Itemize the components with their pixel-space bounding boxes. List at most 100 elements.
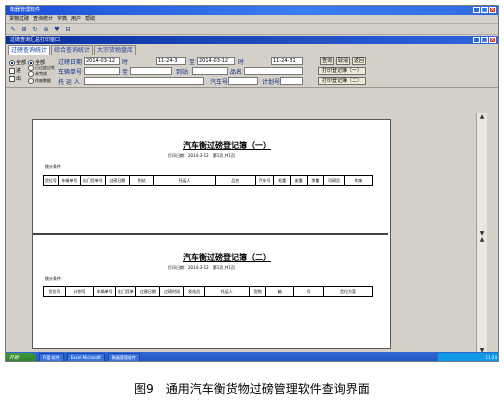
column-header: 号 xyxy=(294,287,324,296)
sub-minimize-button[interactable]: _ xyxy=(473,37,480,43)
column-header: 皮重 xyxy=(291,176,308,185)
favorite-icon[interactable]: ♥ xyxy=(53,26,61,33)
radio-out[interactable]: 出 xyxy=(9,75,21,82)
column-header: 过磅时间 xyxy=(160,287,185,296)
menu-item-query[interactable]: 查询统计 xyxy=(33,15,53,23)
refresh-icon[interactable]: ↻ xyxy=(31,26,39,33)
radio-label: 进 xyxy=(16,68,22,74)
print-register-1-button[interactable]: 打印登记簿（一） xyxy=(318,67,366,75)
filter-panel: 全部 进 出 全部 已过皮过毛 未完成 作废数据 过磅日期 2014-03-12… xyxy=(6,55,498,88)
column-header: 出门凭单 xyxy=(116,287,137,296)
column-header: 毛重 xyxy=(274,176,291,185)
column-header: 箱 xyxy=(266,287,295,296)
truck-label: 汽车号 xyxy=(210,79,229,86)
date-to-input[interactable]: 2014-03-12 xyxy=(197,57,235,65)
time-label: 时 xyxy=(238,59,245,66)
column-header: 车辆单号 xyxy=(94,287,117,296)
column-header: 司磅员 xyxy=(324,176,345,185)
column-header: 作废 xyxy=(354,178,363,183)
column-header: 发站员 xyxy=(184,287,205,296)
system-tray: 11:24 xyxy=(438,352,498,361)
grid-icon[interactable]: ⊞ xyxy=(20,26,28,33)
sub-maximize-button[interactable]: □ xyxy=(481,37,488,43)
column-header: 到站 xyxy=(130,176,155,185)
cancel-button[interactable]: 取消 xyxy=(336,57,350,65)
time-label: 时 xyxy=(122,59,129,66)
plate-to-input[interactable] xyxy=(130,67,172,75)
menu-item-user[interactable]: 用户 xyxy=(71,15,81,23)
product-label: 品名 xyxy=(230,69,243,76)
product-input[interactable] xyxy=(244,67,303,75)
report-1-header-row: 货位号 车辆单号 出门凭单号 过磅日期 到站 托运人 品名 汽车号 毛重 皮重 … xyxy=(43,175,373,186)
menu-item-dictionary[interactable]: 字典 xyxy=(57,15,67,23)
radio-pending[interactable]: 未完成 xyxy=(28,71,47,77)
edit-icon[interactable]: ✎ xyxy=(9,26,17,33)
tab-weigh-query[interactable]: 过磅查询统计 xyxy=(8,45,51,55)
report-icon[interactable]: ⊟ xyxy=(64,26,72,33)
preview-background xyxy=(394,113,476,355)
date-from-input[interactable]: 2014-03-12 xyxy=(84,57,120,65)
to-label: 至 xyxy=(189,59,196,66)
menu-item-help[interactable]: 帮助 xyxy=(85,15,95,23)
back-button[interactable]: 返回 xyxy=(352,57,366,65)
column-header: 托运人 xyxy=(154,176,216,185)
destination-input[interactable] xyxy=(192,67,228,75)
minimize-button[interactable]: _ xyxy=(473,7,480,13)
menu-item-weigh[interactable]: 货物过磅 xyxy=(9,15,29,23)
report-2-condition: 统计条件： xyxy=(45,276,65,281)
report-2-title: 汽车衡过磅登记簿（二） xyxy=(183,253,271,262)
plate-from-input[interactable] xyxy=(84,67,120,75)
plate-to-label: 至 xyxy=(122,69,129,76)
plan-no-label: 计划号 xyxy=(262,79,281,86)
report-1-subtitle: 打印日期：2014-3-12 第1页 共1页 xyxy=(168,153,236,158)
toolbar: ✎ ⊞ ↻ ⊕ ♥ ⊟ xyxy=(6,24,498,35)
tab-inventory[interactable]: 大宗货物盘库 xyxy=(94,45,137,55)
figure-caption: 图9 通用汽车衡货物过磅管理软件查询界面 xyxy=(134,382,370,396)
title-bar: 衡器管理软件 _ □ × xyxy=(6,6,498,15)
time-to-input[interactable]: 11-24-31 xyxy=(271,57,303,65)
time-from-input[interactable]: 11-24-3 xyxy=(156,57,186,65)
column-header: 托运人 xyxy=(205,287,250,296)
query-button[interactable]: 查询 xyxy=(320,57,334,65)
radio-label: 已过皮过毛 xyxy=(35,65,55,70)
start-button[interactable]: 开始 xyxy=(6,352,36,361)
tab-strip: 过磅查询统计 综合查询统计 大宗货物盘库 xyxy=(6,44,498,55)
radio-all-direction[interactable]: 全部 xyxy=(9,59,26,66)
radio-void[interactable]: 作废数据 xyxy=(28,78,51,84)
column-header: 货位号 xyxy=(44,287,67,296)
plate-label: 车辆单号 xyxy=(58,69,83,76)
truck-input[interactable] xyxy=(228,77,258,85)
tab-comprehensive-query[interactable]: 综合查询统计 xyxy=(51,45,94,55)
report-page-2: 汽车衡过磅登记簿（二） 打印日期：2014-3-12 第1页 共1页 统计条件：… xyxy=(33,238,388,346)
column-header: 过磅日期 xyxy=(106,176,130,185)
radio-label: 未完成 xyxy=(35,71,47,76)
taskbar-item[interactable]: 衡器管理软件 xyxy=(107,352,140,361)
close-button[interactable]: × xyxy=(489,7,496,13)
report-2-header-row: 货位号 计划号 车辆单号 出门凭单 过磅日期 过磅时间 发站员 托运人 货物 箱… xyxy=(43,286,373,297)
taskbar-item[interactable]: Excel·Microsoft xyxy=(66,352,105,361)
report-1-condition: 统计条件 xyxy=(45,164,61,169)
radio-in[interactable]: 进 xyxy=(9,67,21,74)
taskbar-item[interactable]: FI盘·软件 xyxy=(39,352,64,361)
taskbar: 开始 FI盘·软件 Excel·Microsoft 衡器管理软件 11:24 xyxy=(6,352,498,361)
window-title: 衡器管理软件 xyxy=(10,7,41,13)
plan-no-input[interactable] xyxy=(280,77,303,85)
weigh-date-label: 过磅日期 xyxy=(58,59,83,66)
add-icon[interactable]: ⊕ xyxy=(42,26,50,33)
maximize-button[interactable]: □ xyxy=(481,7,488,13)
print-register-2-button[interactable]: 打印登记簿（二） xyxy=(318,77,366,85)
sub-close-button[interactable]: × xyxy=(489,37,496,43)
consignor-label: 托 运 人 xyxy=(58,79,80,86)
column-header: 货位方案 xyxy=(339,289,356,294)
column-header: 净重 xyxy=(308,176,325,185)
column-header: 过磅日期 xyxy=(136,287,161,296)
vertical-scrollbar[interactable]: ▲ ▼ ▲ ▼ xyxy=(476,113,487,355)
column-header: 出门凭单号 xyxy=(81,176,106,185)
consignor-input[interactable] xyxy=(84,77,204,85)
scroll-up-icon[interactable]: ▲ xyxy=(478,113,486,121)
column-header: 品名 xyxy=(216,176,256,185)
column-header: 汽车号 xyxy=(256,176,275,185)
scroll-up-icon[interactable]: ▲ xyxy=(478,236,486,244)
radio-label: 作废数据 xyxy=(35,78,51,83)
subwindow-title: 过磅查询汇总打印窗口 xyxy=(10,37,61,43)
